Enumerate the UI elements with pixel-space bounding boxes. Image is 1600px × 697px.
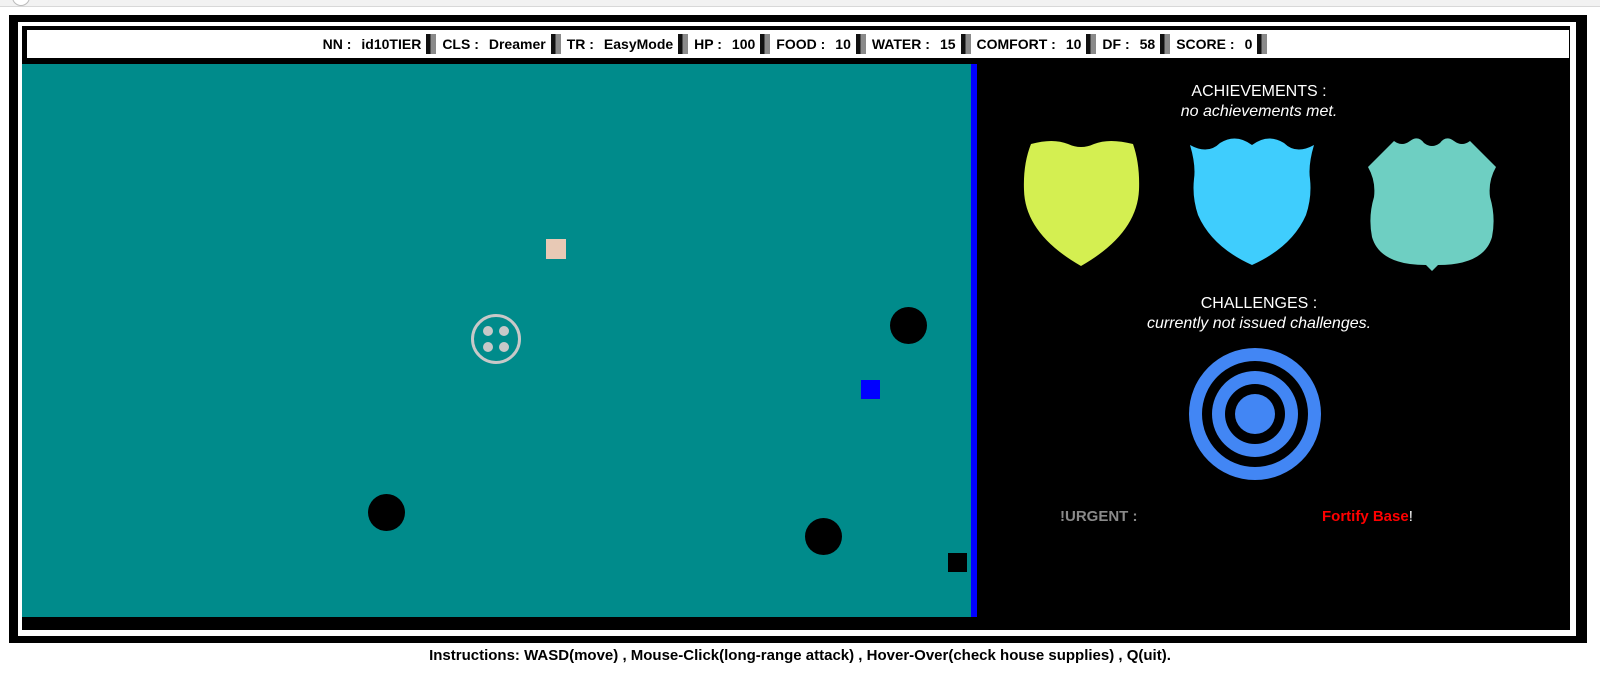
stat-meter-icon [1086,34,1097,54]
supply-crate[interactable] [546,239,566,259]
shield-badge-icon [1190,138,1314,265]
badge-shape [1023,141,1140,266]
urgent-task: Fortify Base! [1322,508,1413,525]
stat-comfort: COMFORT :10 [977,34,1097,54]
stat-meter-icon [426,34,437,54]
player-dot [483,326,493,336]
stat-df: DF :58 [1102,34,1171,54]
house[interactable] [948,553,967,572]
stat-meter-icon [855,34,866,54]
badge-shape [1368,138,1496,271]
stat-hp: HP :100 [694,34,771,54]
challenges-title: CHALLENGES : [1200,295,1318,312]
badge-shape [1190,138,1314,265]
urgent-label: !URGENT : [1060,508,1138,525]
player-avatar [471,314,521,364]
stat-meter-icon [1160,34,1171,54]
enemy-blob[interactable] [890,307,927,344]
target-icon [1189,348,1321,480]
stat-score: SCORE :0 [1176,34,1268,54]
stat-food: FOOD :10 [776,34,866,54]
player-dot [499,342,509,352]
browser-tab-icon [12,0,30,6]
stat-meter-icon [760,34,771,54]
stat-meter-icon [1257,34,1268,54]
enemy-blob[interactable] [805,518,842,555]
player-dot [483,342,493,352]
player-dot [499,326,509,336]
stat-meter-icon [960,34,971,54]
target-ring [1235,394,1275,434]
stat-tr: TR : EasyMode [567,34,689,54]
shield-badge-icon [1023,141,1140,266]
achievements-status: no achievements met. [1180,103,1338,120]
urgent-task-text: Fortify Base [1322,508,1409,525]
stat-cls: CLS : Dreamer [442,34,561,54]
urgent-suffix: ! [1408,508,1413,525]
stats-bar: NN : id10TIER CLS : Dreamer TR : EasyMode H… [27,30,1569,58]
stat-nn: NN : id10TIER [323,34,437,54]
browser-top-strip [0,0,1600,7]
stat-meter-icon [550,34,561,54]
shield-badge-icon [1368,138,1496,271]
enemy-blob[interactable] [368,494,405,531]
water-supply[interactable] [861,380,880,399]
instructions-text: Instructions: WASD(move) , Mouse-Click(l… [429,647,1171,664]
stat-water: WATER :15 [872,34,971,54]
stat-meter-icon [678,34,689,54]
achievements-title: ACHIEVEMENTS : [1191,83,1327,100]
challenges-status: currently not issued challenges. [1146,315,1372,332]
